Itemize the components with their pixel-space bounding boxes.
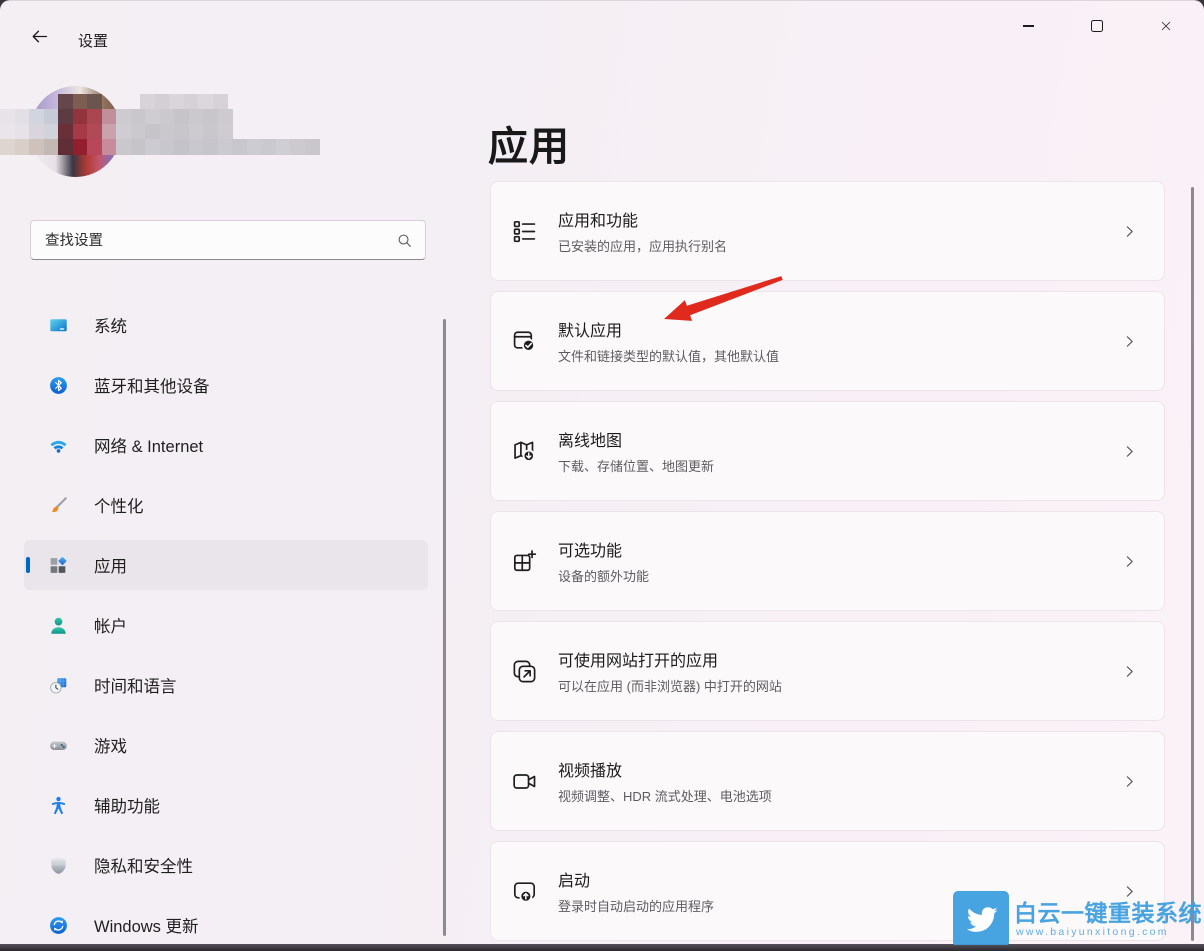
- card-subtitle: 可以在应用 (而非浏览器) 中打开的网站: [558, 676, 782, 695]
- selected-indicator: [26, 557, 30, 573]
- card-text: 离线地图下载、存储位置、地图更新: [558, 427, 714, 475]
- chevron-right-icon: [1121, 443, 1138, 460]
- card-title: 可使用网站打开的应用: [558, 647, 782, 671]
- apps-features-icon: [511, 218, 538, 245]
- sidebar-nav: 系统蓝牙和其他设备网络 & Internet 个性化应用帐户时间和语言游戏辅助功能…: [24, 300, 428, 945]
- system-icon: [48, 315, 69, 336]
- windows-update-icon: [48, 915, 69, 936]
- close-button[interactable]: [1134, 8, 1198, 44]
- settings-card-list: 应用和功能已安装的应用，应用执行别名默认应用文件和链接类型的默认值，其他默认值离…: [490, 181, 1165, 945]
- settings-card-websites-apps[interactable]: 可使用网站打开的应用可以在应用 (而非浏览器) 中打开的网站: [490, 621, 1165, 721]
- settings-card-default-apps[interactable]: 默认应用文件和链接类型的默认值，其他默认值: [490, 291, 1165, 391]
- screenshot-stage: { "window": { "title": "设置", "controls":…: [0, 0, 1204, 951]
- sidebar-item-label: 辅助功能: [94, 793, 160, 817]
- sidebar-item-gaming[interactable]: 游戏: [24, 720, 428, 770]
- sidebar-item-label: 时间和语言: [94, 673, 177, 697]
- card-text: 可使用网站打开的应用可以在应用 (而非浏览器) 中打开的网站: [558, 647, 782, 695]
- card-text: 视频播放视频调整、HDR 流式处理、电池选项: [558, 757, 772, 805]
- card-title: 默认应用: [558, 317, 779, 341]
- window-bottom-edge: [0, 944, 1204, 951]
- window-title: 设置: [78, 30, 108, 51]
- chevron-right-icon: [1121, 553, 1138, 570]
- search-box[interactable]: [30, 220, 426, 260]
- sidebar-item-label: 个性化: [94, 493, 144, 517]
- sidebar-item-label: 应用: [94, 553, 127, 577]
- personalization-icon: [48, 495, 69, 516]
- startup-icon: [511, 878, 538, 905]
- sidebar-item-network[interactable]: 网络 & Internet: [24, 420, 428, 470]
- settings-card-optional-features[interactable]: 可选功能设备的额外功能: [490, 511, 1165, 611]
- sidebar-item-label: 系统: [94, 313, 127, 337]
- settings-card-offline-maps[interactable]: 离线地图下载、存储位置、地图更新: [490, 401, 1165, 501]
- accounts-icon: [48, 615, 69, 636]
- card-title: 离线地图: [558, 427, 714, 451]
- gaming-icon: [48, 735, 69, 756]
- chevron-right-icon: [1121, 663, 1138, 680]
- network-icon: [48, 435, 69, 456]
- maximize-button[interactable]: [1065, 8, 1129, 44]
- card-title: 启动: [558, 867, 714, 891]
- card-subtitle: 设备的额外功能: [558, 566, 649, 585]
- maximize-icon: [1091, 20, 1103, 32]
- watermark-title: 白云一键重装系统: [1014, 894, 1204, 928]
- search-icon: [395, 231, 414, 250]
- apps-icon: [48, 555, 69, 576]
- avatar[interactable]: [30, 86, 121, 177]
- default-apps-icon: [511, 328, 538, 355]
- card-text: 可选功能设备的额外功能: [558, 537, 649, 585]
- sidebar-item-accessibility[interactable]: 辅助功能: [24, 780, 428, 830]
- twitter-bird-icon: [953, 891, 1009, 945]
- settings-card-apps-features[interactable]: 应用和功能已安装的应用，应用执行别名: [490, 181, 1165, 281]
- sidebar-item-label: Windows 更新: [94, 913, 199, 937]
- card-subtitle: 文件和链接类型的默认值，其他默认值: [558, 346, 779, 365]
- close-icon: [1159, 19, 1173, 33]
- watermark: 白云一键重装系统 www.baiyunxitong.com: [950, 889, 1204, 945]
- card-title: 可选功能: [558, 537, 649, 561]
- sidebar-item-bluetooth[interactable]: 蓝牙和其他设备: [24, 360, 428, 410]
- time-language-icon: [48, 675, 69, 696]
- sidebar-item-personalization[interactable]: 个性化: [24, 480, 428, 530]
- bluetooth-icon: [48, 375, 69, 396]
- video-playback-icon: [511, 768, 538, 795]
- card-subtitle: 下载、存储位置、地图更新: [558, 456, 714, 475]
- sidebar-item-label: 隐私和安全性: [94, 853, 193, 877]
- minimize-button[interactable]: [996, 8, 1060, 44]
- card-subtitle: 登录时自动启动的应用程序: [558, 896, 714, 915]
- minimize-icon: [1023, 25, 1034, 26]
- chevron-right-icon: [1121, 223, 1138, 240]
- settings-window: 设置 系统蓝牙和其他设备网络 & Internet个性化应用帐户时间和语言游戏辅…: [0, 0, 1204, 945]
- sidebar-item-windows-update[interactable]: Windows 更新: [24, 900, 428, 945]
- card-title: 应用和功能: [558, 207, 727, 231]
- chevron-right-icon: [1121, 333, 1138, 350]
- optional-features-icon: [511, 548, 538, 575]
- back-arrow-icon: [29, 26, 50, 52]
- card-text: 启动登录时自动启动的应用程序: [558, 867, 714, 915]
- sidebar-item-label: 游戏: [94, 733, 127, 757]
- main-scrollbar[interactable]: [1191, 187, 1194, 941]
- card-text: 应用和功能已安装的应用，应用执行别名: [558, 207, 727, 255]
- watermark-url: www.baiyunxitong.com: [1016, 926, 1169, 938]
- websites-apps-icon: [511, 658, 538, 685]
- card-subtitle: 已安装的应用，应用执行别名: [558, 236, 727, 255]
- card-text: 默认应用文件和链接类型的默认值，其他默认值: [558, 317, 779, 365]
- settings-card-video-playback[interactable]: 视频播放视频调整、HDR 流式处理、电池选项: [490, 731, 1165, 831]
- privacy-icon: [48, 855, 69, 876]
- search-input[interactable]: [43, 221, 377, 261]
- accessibility-icon: [48, 795, 69, 816]
- sidebar-item-label: 蓝牙和其他设备: [94, 373, 210, 397]
- sidebar-item-label: 网络 & Internet: [94, 433, 203, 457]
- sidebar-item-system[interactable]: 系统: [24, 300, 428, 350]
- page-title: 应用: [488, 114, 570, 172]
- offline-maps-icon: [511, 438, 538, 465]
- sidebar-item-label: 帐户: [94, 613, 127, 637]
- sidebar-item-apps[interactable]: 应用: [24, 540, 428, 590]
- sidebar-scrollbar[interactable]: [443, 319, 446, 936]
- sidebar-item-time-language[interactable]: 时间和语言: [24, 660, 428, 710]
- sidebar-item-accounts[interactable]: 帐户: [24, 600, 428, 650]
- chevron-right-icon: [1121, 773, 1138, 790]
- sidebar-item-privacy[interactable]: 隐私和安全性: [24, 840, 428, 890]
- back-button[interactable]: [24, 24, 54, 54]
- card-title: 视频播放: [558, 757, 772, 781]
- card-subtitle: 视频调整、HDR 流式处理、电池选项: [558, 786, 772, 805]
